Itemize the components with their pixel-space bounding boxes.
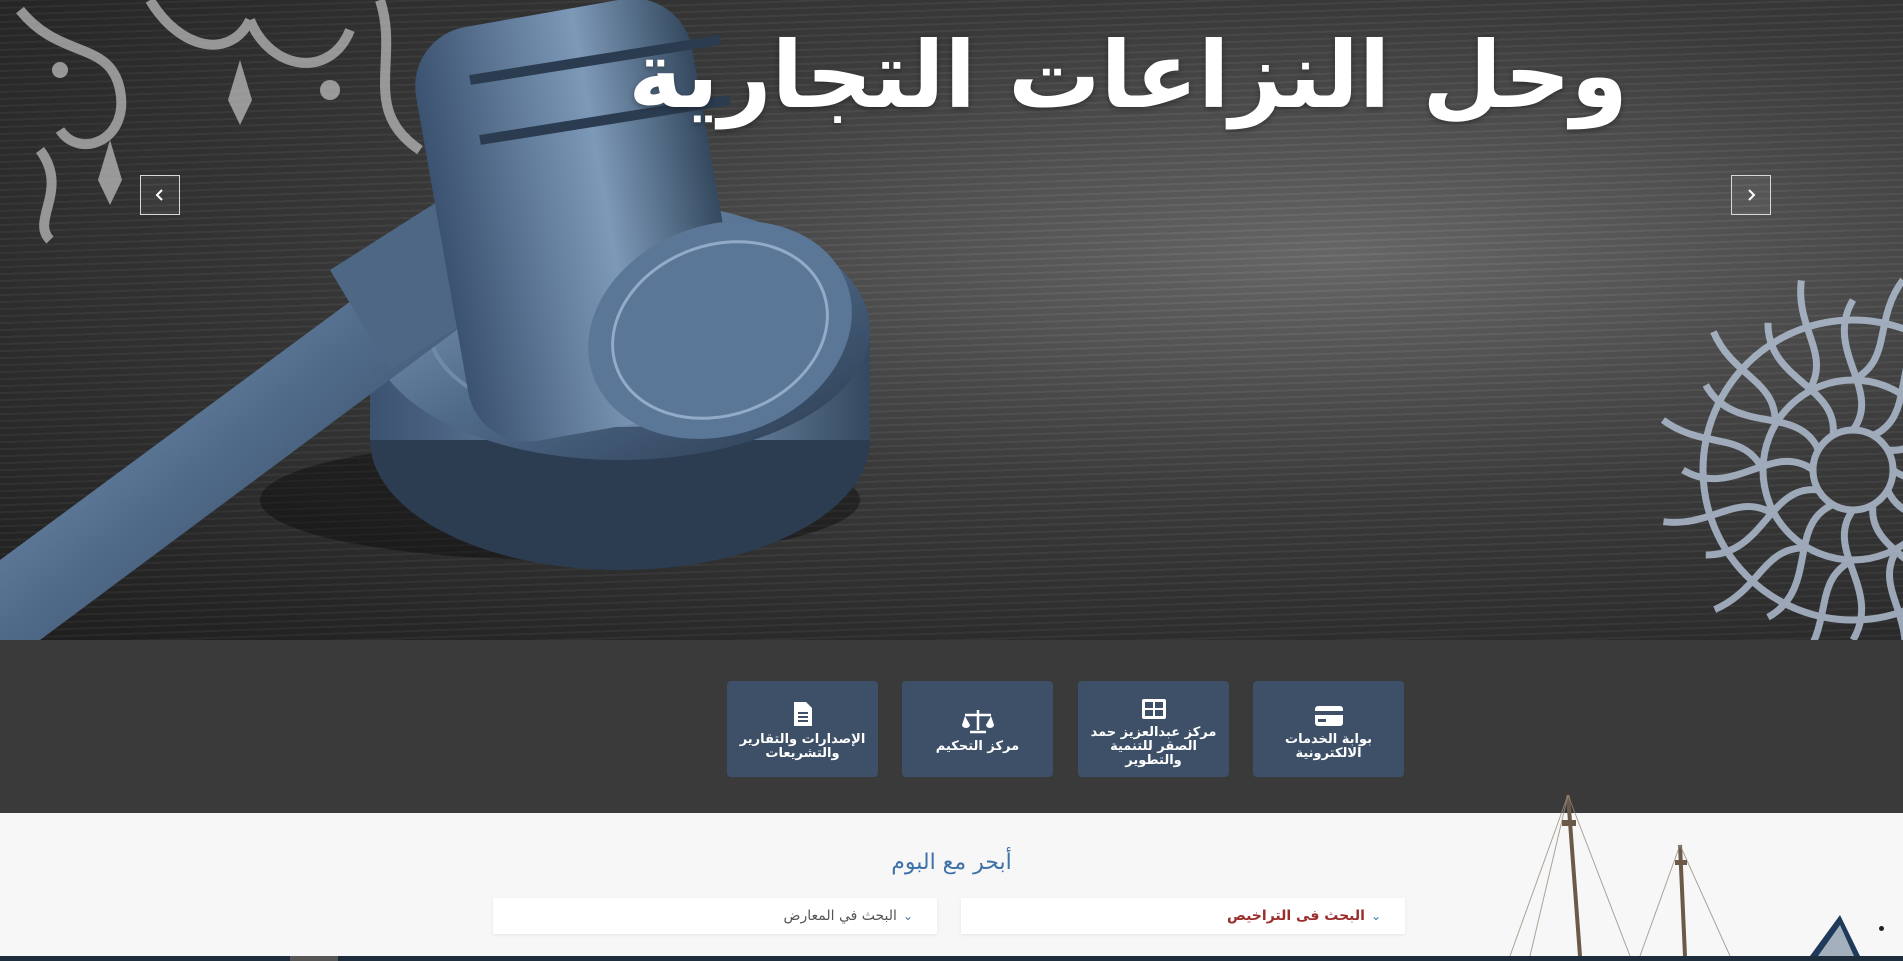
chevron-down-icon: ⌄ (902, 909, 913, 923)
quick-link-development-center[interactable]: مركز عبدالعزيز حمد الصقر للتنمية والتطوي… (1078, 681, 1229, 777)
chevron-left-icon (155, 189, 163, 201)
chevron-right-icon (1748, 189, 1756, 201)
quick-link-label: بوابة الخدمات الالكترونية (1285, 732, 1372, 761)
carousel-prev-button[interactable] (140, 175, 180, 215)
balance-scale-icon (961, 710, 994, 734)
bottom-strip (0, 956, 1903, 961)
exhibit-search-label: البحث في المعارض (783, 908, 897, 924)
hero-slider: وحل النزاعات التجارية (0, 0, 1903, 640)
hero-title: وحل النزاعات التجارية (628, 22, 1628, 129)
decorative-dot (1879, 926, 1884, 931)
quick-link-label: الإصدارات والتقارير والتشريعات (739, 732, 866, 761)
license-search-dropdown[interactable]: ⌄ البحث فى التراخيص (961, 898, 1405, 934)
quick-link-label: مركز عبدالعزيز حمد الصقر للتنمية والتطوي… (1090, 725, 1217, 768)
table-icon (1141, 699, 1166, 719)
exhibit-search-dropdown[interactable]: ⌄ البحث في المعارض (493, 898, 937, 934)
carousel-next-button[interactable] (1731, 175, 1771, 215)
license-search-label: البحث فى التراخيص (1226, 908, 1365, 924)
quick-link-label: مركز التحكيم (935, 739, 1020, 754)
document-icon (793, 702, 812, 726)
chevron-down-icon: ⌄ (1370, 909, 1381, 923)
quick-link-eservices[interactable]: بوابة الخدمات الالكترونية (1253, 681, 1404, 777)
ornament-right-image (1523, 170, 1903, 640)
quick-link-arbitration[interactable]: مركز التحكيم (902, 681, 1053, 777)
quick-link-publications[interactable]: الإصدارات والتقارير والتشريعات (727, 681, 878, 777)
boats-image (1509, 794, 1860, 956)
quick-links-band: بوابة الخدمات الالكترونية مركز عبدالعزيز… (0, 640, 1903, 813)
credit-card-icon (1314, 706, 1343, 726)
